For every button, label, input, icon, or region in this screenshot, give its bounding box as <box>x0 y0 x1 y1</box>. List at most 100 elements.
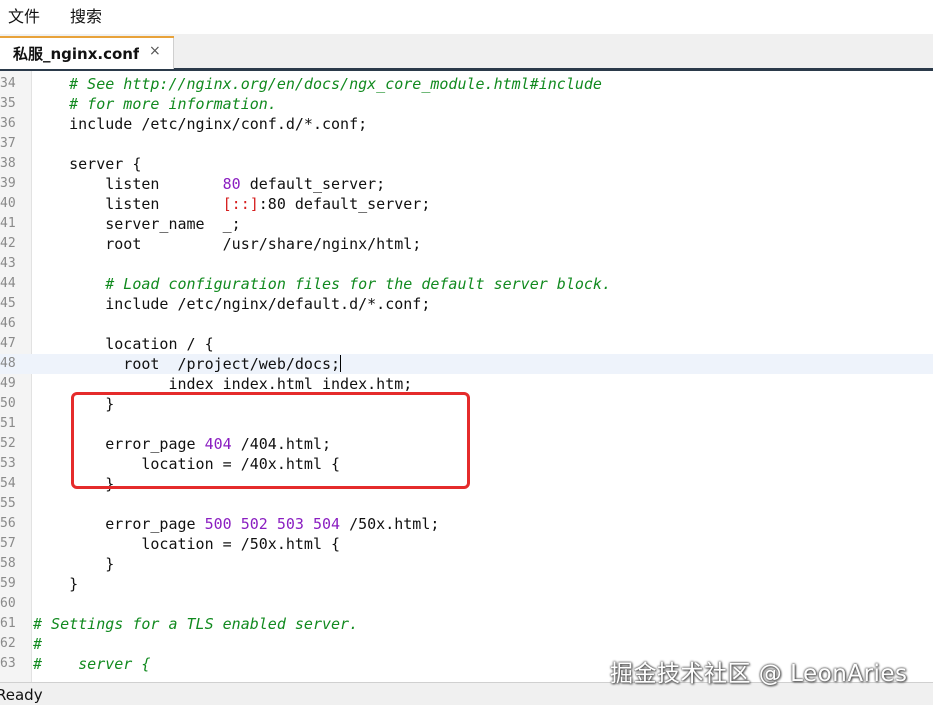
line-number: 40 <box>0 196 16 211</box>
token: default_server; <box>240 175 386 193</box>
token: } <box>33 575 79 593</box>
token: server { <box>33 155 142 173</box>
code-line[interactable]: 62 # <box>0 634 933 654</box>
code-line[interactable]: 44 # Load configuration files for the de… <box>0 274 933 294</box>
code-line[interactable]: 49 index index.html index.htm; <box>0 374 933 394</box>
line-number: 62 <box>0 636 16 651</box>
code-line[interactable]: 53 location = /40x.html { <box>0 454 933 474</box>
line-number: 41 <box>0 216 16 231</box>
line-number: 43 <box>0 256 16 271</box>
code-text: server { <box>33 154 141 174</box>
menu-bar: 文件 搜索 <box>0 0 933 34</box>
menu-file[interactable]: 文件 <box>4 0 44 34</box>
line-number: 48 <box>0 356 16 371</box>
code-line[interactable]: 50 } <box>0 394 933 414</box>
line-number: 57 <box>0 536 16 551</box>
code-line[interactable]: 38 server { <box>0 154 933 174</box>
code-text: location = /40x.html { <box>33 454 340 474</box>
line-number: 36 <box>0 116 16 131</box>
line-number: 55 <box>0 496 16 511</box>
tab-label: 私服_nginx.conf <box>13 45 139 63</box>
token-num: 500 <box>204 515 232 533</box>
line-number: 60 <box>0 596 16 611</box>
close-icon[interactable]: × <box>149 43 161 59</box>
code-text: # Settings for a TLS enabled server. <box>33 614 358 634</box>
token: server_name _; <box>33 215 241 233</box>
line-number: 56 <box>0 516 16 531</box>
code-text: error_page 500 502 503 504 /50x.html; <box>33 514 439 534</box>
code-line[interactable]: 59 } <box>0 574 933 594</box>
line-number: 42 <box>0 236 16 251</box>
line-number: 44 <box>0 276 16 291</box>
token: include /etc/nginx/conf.d/*.conf; <box>33 115 368 133</box>
code-text: } <box>33 574 78 594</box>
line-number: 51 <box>0 416 16 431</box>
menu-search[interactable]: 搜索 <box>66 0 106 34</box>
code-line[interactable]: 34 # See http://nginx.org/en/docs/ngx_co… <box>0 74 933 94</box>
code-line[interactable]: 45 include /etc/nginx/default.d/*.conf; <box>0 294 933 314</box>
token: location = /40x.html { <box>33 455 341 473</box>
code-text: include /etc/nginx/conf.d/*.conf; <box>33 114 367 134</box>
code-line[interactable]: 57 location = /50x.html { <box>0 534 933 554</box>
line-number: 38 <box>0 156 16 171</box>
code-line[interactable]: 40 listen [::]:80 default_server; <box>0 194 933 214</box>
code-line[interactable]: 35 # for more information. <box>0 94 933 114</box>
code-line[interactable]: 56 error_page 500 502 503 504 /50x.html; <box>0 514 933 534</box>
token-num: 502 <box>240 515 268 533</box>
code-line[interactable]: 60 <box>0 594 933 614</box>
code-line[interactable]: 43 <box>0 254 933 274</box>
token-cmt: # <box>33 635 43 653</box>
code-text: # <box>33 634 42 654</box>
token-cmt: # See http://nginx.org/en/docs/ngx_core_… <box>69 75 602 93</box>
code-line[interactable]: 51 <box>0 414 933 434</box>
line-number: 52 <box>0 436 16 451</box>
code-line[interactable]: 39 listen 80 default_server; <box>0 174 933 194</box>
code-line[interactable]: 61 # Settings for a TLS enabled server. <box>0 614 933 634</box>
token-cmt: # Load configuration files for the defau… <box>105 275 611 293</box>
token-cmt: # Settings for a TLS enabled server. <box>33 615 359 633</box>
tab-nginx-conf[interactable]: 私服_nginx.conf × <box>0 36 174 69</box>
code-text: location / { <box>33 334 213 354</box>
code-text: location = /50x.html { <box>33 534 340 554</box>
code-line[interactable]: 36 include /etc/nginx/conf.d/*.conf; <box>0 114 933 134</box>
text-cursor <box>340 355 342 372</box>
line-number: 45 <box>0 296 16 311</box>
code-line[interactable]: 47 location / { <box>0 334 933 354</box>
line-number: 59 <box>0 576 16 591</box>
code-line[interactable]: 58 } <box>0 554 933 574</box>
code-text: # See http://nginx.org/en/docs/ngx_core_… <box>33 74 602 94</box>
code-line[interactable]: 42 root /usr/share/nginx/html; <box>0 234 933 254</box>
code-line[interactable]: 55 <box>0 494 933 514</box>
token: include /etc/nginx/default.d/*.conf; <box>33 295 431 313</box>
code-text: # server { <box>33 654 150 674</box>
code-line[interactable]: 37 <box>0 134 933 154</box>
code-editor[interactable]: 34 # See http://nginx.org/en/docs/ngx_co… <box>0 71 933 682</box>
code-line[interactable]: 54 } <box>0 474 933 494</box>
token: /404.html; <box>231 435 332 453</box>
token-num: 504 <box>312 515 341 533</box>
code-text: index index.html index.htm; <box>33 374 412 394</box>
token: } <box>33 475 115 493</box>
status-text: Ready <box>0 686 43 704</box>
code-line[interactable]: 48 root /project/web/docs; <box>0 354 933 374</box>
token: :80 default_server; <box>258 195 431 213</box>
token-num: 503 <box>276 515 304 533</box>
token: location = /50x.html { <box>33 535 341 553</box>
code-line[interactable]: 41 server_name _; <box>0 214 933 234</box>
code-line[interactable]: 52 error_page 404 /404.html; <box>0 434 933 454</box>
line-number: 61 <box>0 616 16 631</box>
line-number: 53 <box>0 456 16 471</box>
line-number: 46 <box>0 316 16 331</box>
line-number: 47 <box>0 336 16 351</box>
code-line[interactable]: 46 <box>0 314 933 334</box>
line-number: 63 <box>0 656 16 671</box>
line-number: 54 <box>0 476 16 491</box>
line-number: 49 <box>0 376 16 391</box>
line-number: 39 <box>0 176 16 191</box>
code-text: error_page 404 /404.html; <box>33 434 331 454</box>
